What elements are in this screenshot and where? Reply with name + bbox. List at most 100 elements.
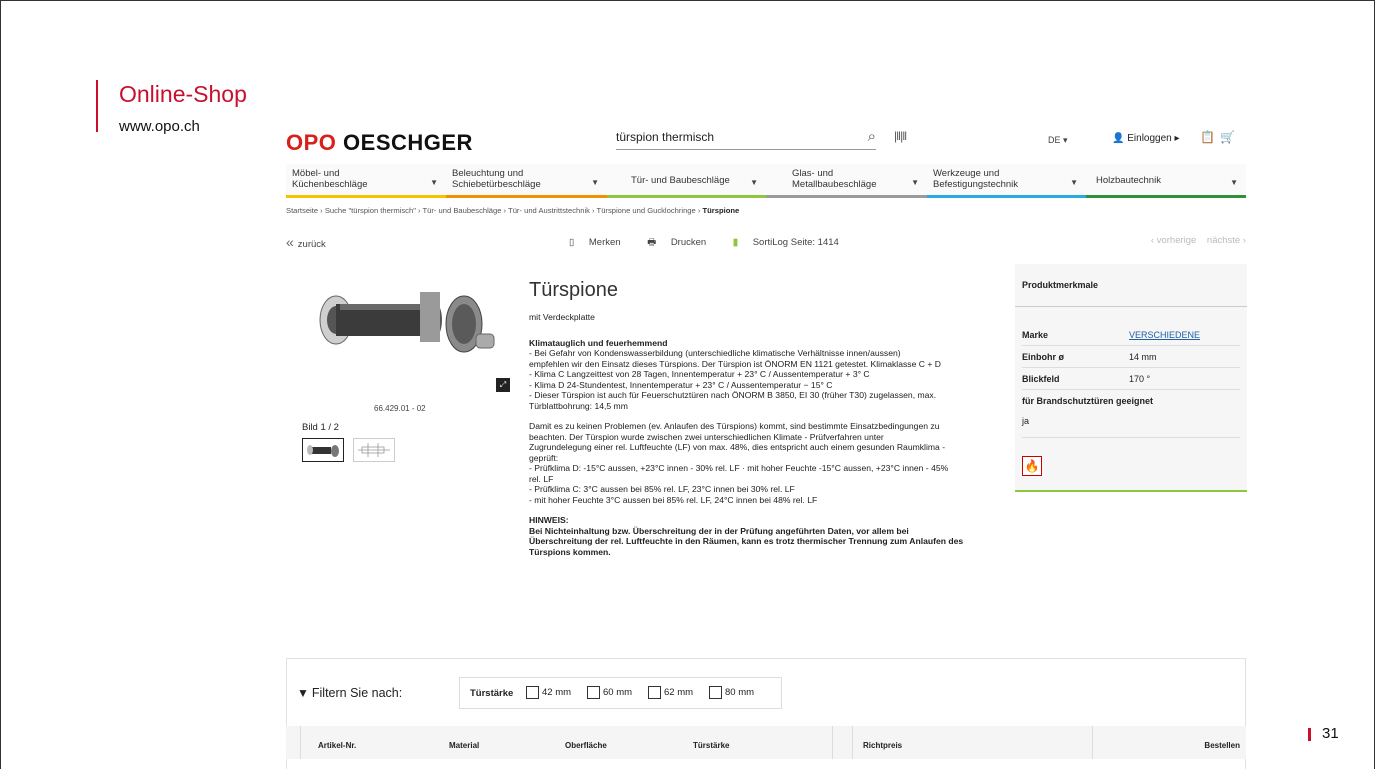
product-features-panel: Produktmerkmale Marke VERSCHIEDENE Einbo… [1015,264,1247,492]
category-holzbau[interactable]: Holzbautechnik ▼ [1086,164,1246,198]
checkbox-icon [526,686,539,699]
filter-checkbox-60[interactable]: 60 mm [587,686,632,700]
chevron-down-icon: ▼ [750,178,758,187]
filter-group-tuerstaerke: Türstärke 42 mm 60 mm 62 mm 80 mm [459,677,782,709]
search-input[interactable]: türspion thermisch ⌕ [616,126,876,150]
breadcrumb-path[interactable]: Startseite › Suche "türspion thermisch" … [286,206,703,215]
category-label: Glas- und [792,168,834,179]
product-actions: ▯ Merken 🖶 Drucken ▮ SortiLog Seite: 141… [569,235,863,251]
checkbox-label: 62 mm [664,687,694,698]
description-line: Türblattbohrung: 14,5 mm [529,400,628,411]
description-line: Damit es zu keinen Problemen (ev. Anlauf… [529,421,940,431]
funnel-icon: ▼ [297,686,309,700]
article-number: 66.429.01 - 02 [374,404,426,413]
barcode-icon[interactable]: |‖|‖ [894,129,907,143]
description-line: - Dieser Türspion ist auch für Feuerschu… [529,390,937,400]
description-line: empfehlen wir den Einsatz dieses Türspio… [529,358,941,369]
back-link[interactable]: «zurück [286,234,326,250]
search-icon[interactable]: ⌕ [868,128,876,145]
column-header[interactable]: Artikel-Nr. [318,741,356,750]
feature-row-einbohr: Einbohr ø 14 mm [1022,348,1240,368]
marke-link[interactable]: VERSCHIEDENE [1129,330,1200,340]
fire-protection-icon: 🔥 [1022,456,1042,476]
slide-title: Online-Shop [119,81,247,107]
cart-icon[interactable]: 🛒 [1220,130,1235,144]
feature-label: Marke [1022,330,1049,340]
sortilog-link[interactable]: ▮ SortiLog Seite: 1414 [733,237,851,248]
category-label: Schiebetürbeschläge [452,179,541,190]
thumbnail-2[interactable] [353,438,395,462]
description-line: - Bei Gefahr von Kondenswasserbildung (u… [529,348,901,358]
thumbnail-image [307,445,339,457]
column-header[interactable]: Türstärke [693,741,729,750]
product-image[interactable] [300,278,500,368]
feature-value: ja [1022,416,1030,426]
pager: ‹ vorherige nächste › [1151,235,1246,246]
back-label: zurück [297,239,326,250]
login-button[interactable]: 👤 Einloggen ▸ [1112,133,1180,144]
product-description: Türspione mit Verdeckplatte Klimatauglic… [529,278,1001,557]
checkbox-label: 42 mm [542,687,572,698]
logo-opo: OPO [286,130,337,155]
feature-label: Einbohr ø [1022,352,1064,362]
hinweis-title: HINWEIS: [529,515,569,525]
checkbox-icon [587,686,600,699]
prev-link[interactable]: ‹ vorherige [1151,235,1196,246]
slide-url: www.opo.ch [119,118,200,135]
next-link[interactable]: nächste › [1207,235,1246,246]
category-glas[interactable]: Glas- und Metallbaubeschläge ▼ [766,164,927,198]
product-title: Türspione [529,279,618,301]
column-header[interactable]: Richtpreis [863,741,902,750]
description-line: Zugrundelegung einer rel. Luftfeuchte (L… [529,442,946,452]
drucken-button[interactable]: 🖶 Drucken [647,237,718,248]
filter-label: ▼ Filtern Sie nach: [297,686,402,700]
merken-button[interactable]: ▯ Merken [569,237,633,248]
image-counter: Bild 1 / 2 [302,422,339,433]
checkbox-label: 60 mm [603,687,633,698]
description-line: - Prüfklima D: -15°C aussen, +23°C innen… [529,463,949,473]
chevron-down-icon: ▼ [1230,178,1238,187]
feature-value: 170 ° [1129,374,1151,384]
filter-checkbox-42[interactable]: 42 mm [526,686,571,700]
breadcrumb-current: Türspione [702,206,740,215]
zoom-icon[interactable]: ⤢ [496,378,510,392]
column-header[interactable]: Oberfläche [565,741,607,750]
filter-group-label: Türstärke [470,688,514,699]
thumbnail-drawing [358,443,390,457]
breadcrumb[interactable]: Startseite › Suche "türspion thermisch" … [286,206,739,215]
opo-logo[interactable]: OPO OESCHGER [286,130,473,156]
checkbox-icon [648,686,661,699]
category-beleuchtung[interactable]: Beleuchtung und Schiebetürbeschläge ▼ [446,164,607,198]
description-line: - Prüfklima C: 3°C aussen bei 85% rel. L… [529,484,795,494]
product-gallery: ⤢ 66.429.01 - 02 Bild 1 / 2 [286,264,522,494]
sortilog-icon: ▮ [732,237,739,248]
checkbox-label: 80 mm [725,687,755,698]
category-label: Werkzeuge und [933,168,1000,179]
feature-value: 14 mm [1129,352,1157,362]
category-moebel[interactable]: Möbel- und Küchenbeschläge ▼ [286,164,446,198]
sortilog-label: SortiLog Seite: 1414 [752,237,839,248]
clipboard-icon[interactable]: 📋 [1200,130,1215,144]
filter-checkbox-62[interactable]: 62 mm [648,686,693,700]
features-title: Produktmerkmale [1022,280,1099,290]
thumbnail-1[interactable] [302,438,344,462]
category-label: Tür- und Baubeschläge [631,175,730,186]
column-header[interactable]: Bestellen [1204,741,1240,750]
category-label: Küchenbeschläge [292,179,368,190]
description-heading: Klimatauglich und feuerhemmend [529,337,668,348]
category-tuer[interactable]: Tür- und Baubeschläge ▼ [607,164,766,198]
language-select[interactable]: DE ▾ [1048,135,1068,146]
login-label: Einloggen ▸ [1127,133,1180,144]
chevron-down-icon: ▼ [911,178,919,187]
column-header[interactable]: Material [449,741,479,750]
filter-checkbox-80[interactable]: 80 mm [709,686,754,700]
description-line: - Klima C Langzeittest von 28 Tagen, Inn… [529,369,870,379]
printer-icon: 🖶 [647,237,657,248]
product-subtitle: mit Verdeckplatte [529,312,595,322]
next-label: nächste [1206,235,1241,246]
merken-label: Merken [588,237,621,248]
bookmark-icon: ▯ [569,237,575,248]
category-werkzeuge[interactable]: Werkzeuge und Befestigungstechnik ▼ [927,164,1086,198]
prev-label: vorherige [1156,235,1197,246]
feature-label: Blickfeld [1022,374,1060,384]
